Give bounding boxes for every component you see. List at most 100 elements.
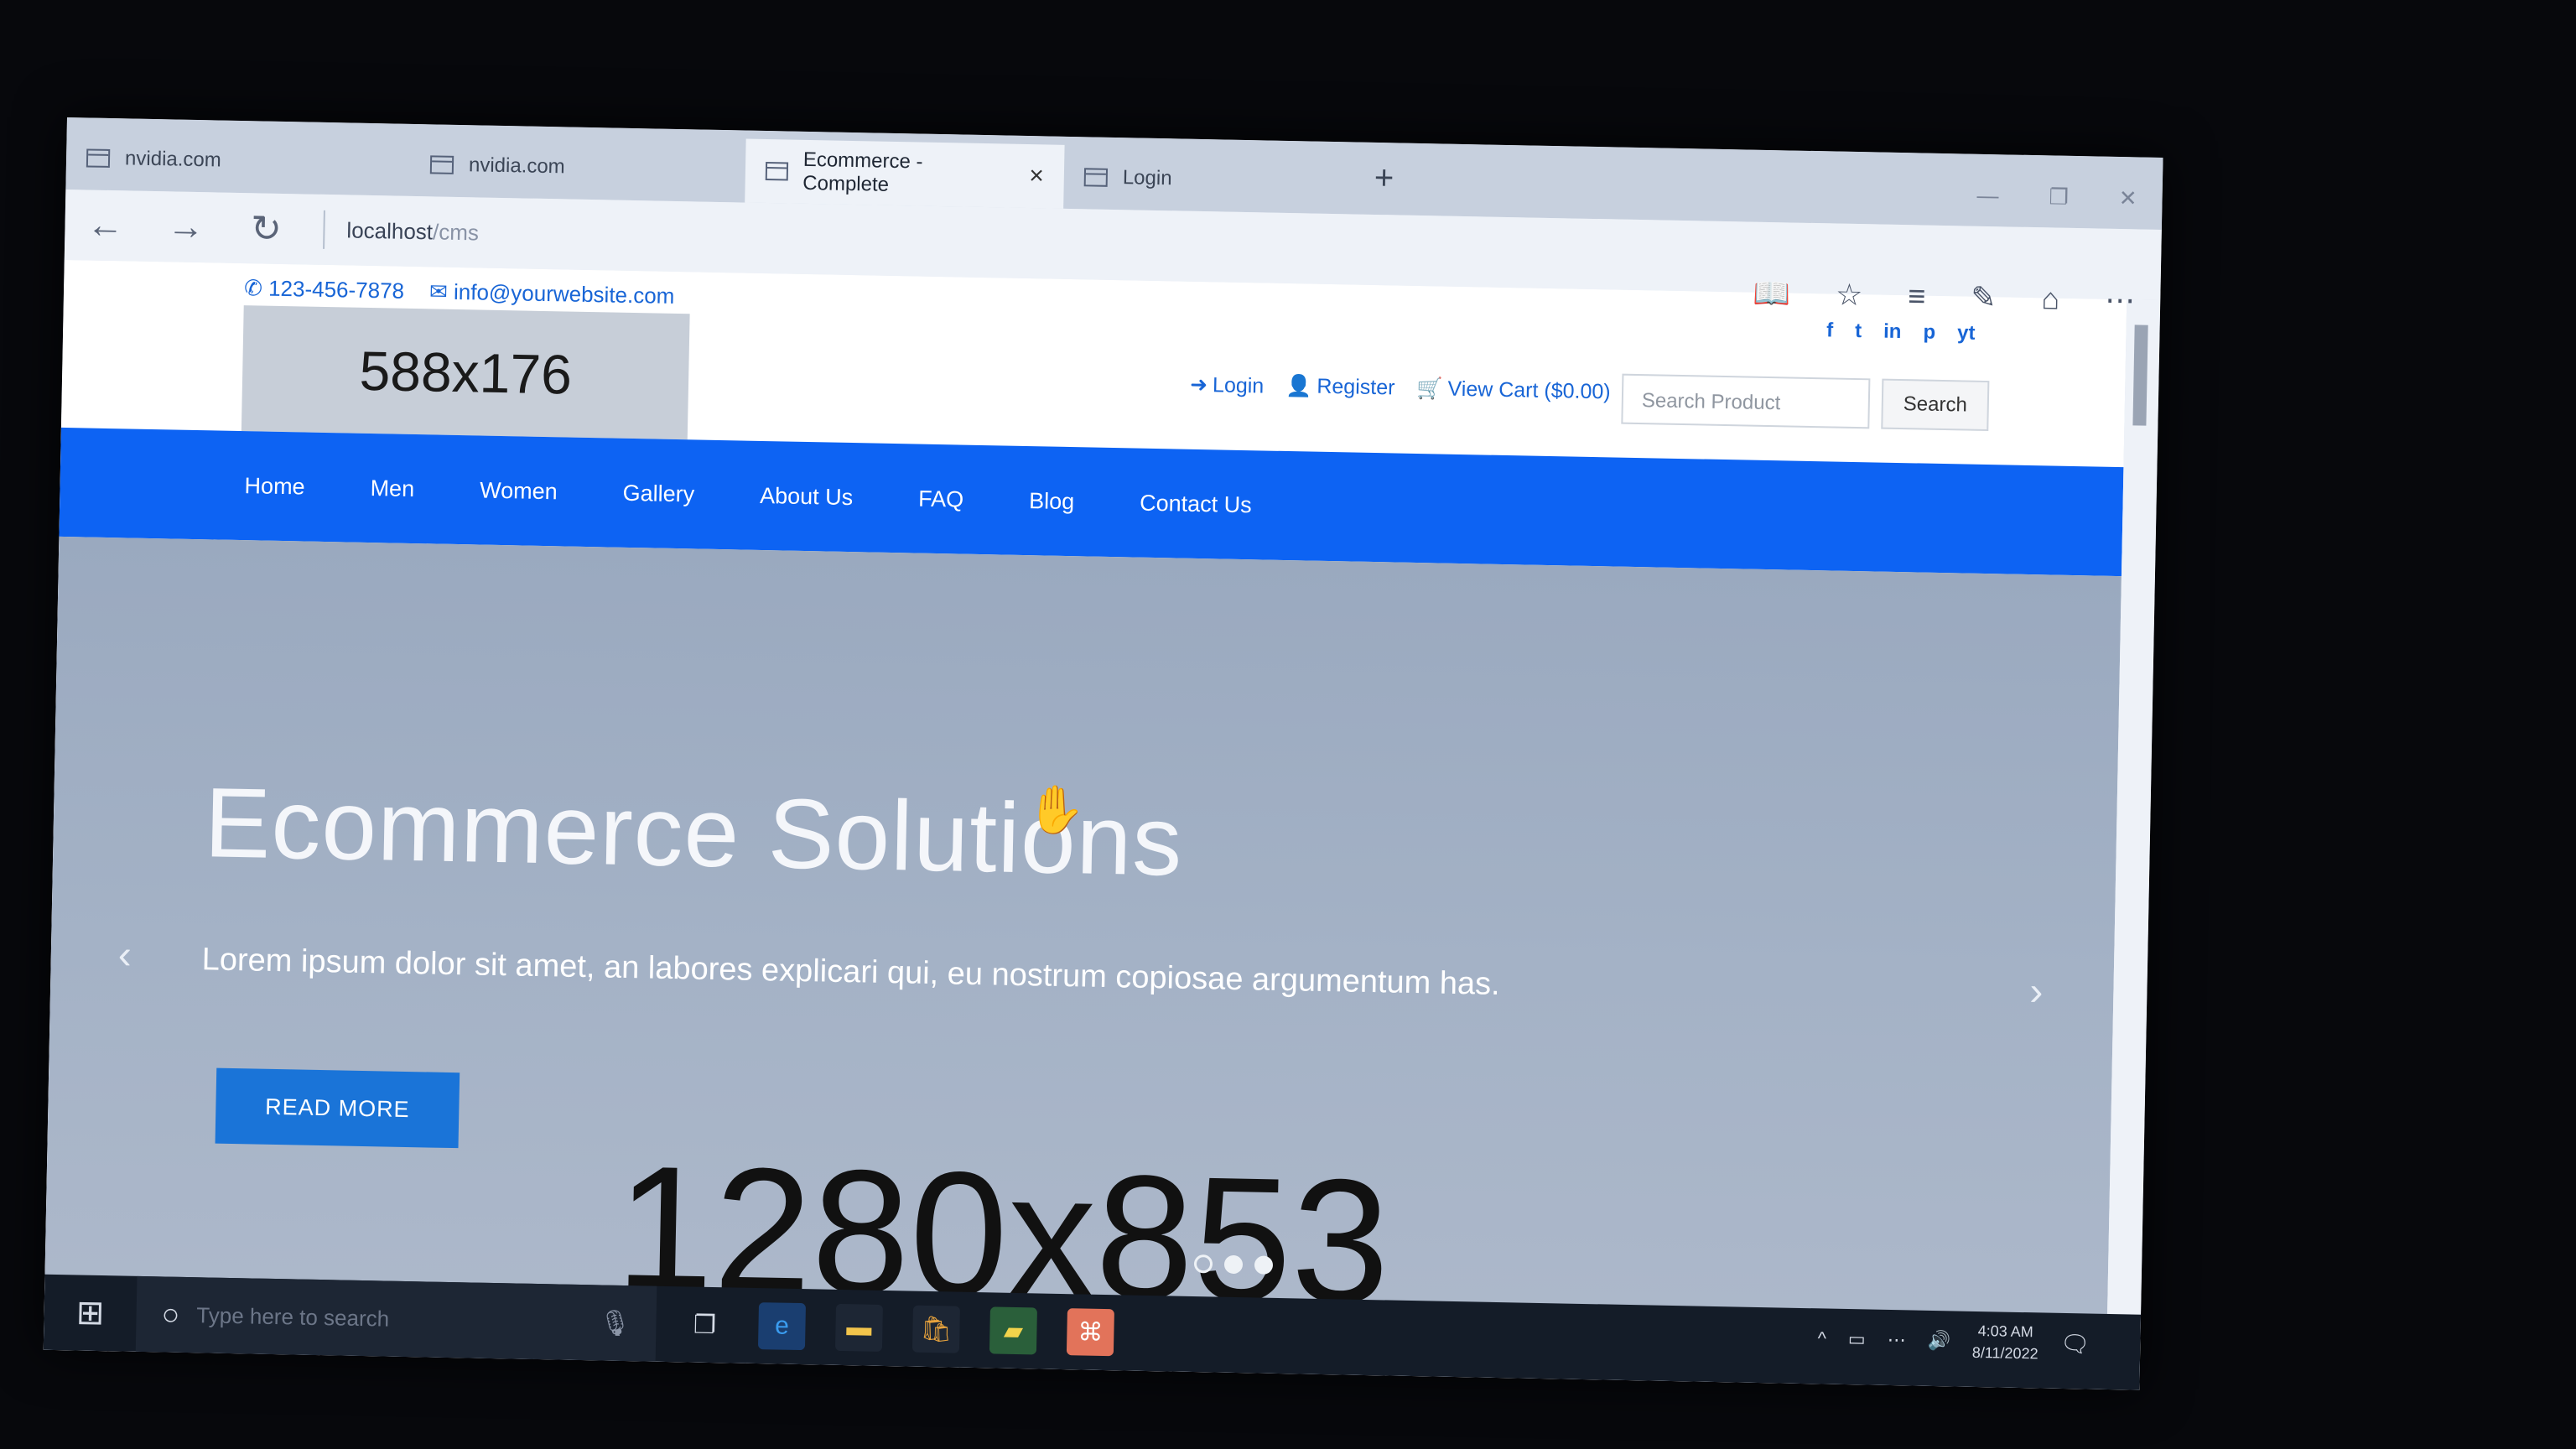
browser-toolbar: 📖 ☆ ≡ ✎ ⌂ ⋯ bbox=[1753, 276, 2136, 319]
envelope-icon: ✉ bbox=[428, 278, 454, 304]
phone-icon: ✆ bbox=[243, 275, 269, 301]
email-link[interactable]: ✉ info@yourwebsite.com bbox=[429, 278, 675, 309]
edge-icon[interactable]: e bbox=[757, 1302, 807, 1351]
facebook-icon[interactable]: f bbox=[1826, 319, 1834, 342]
forward-icon[interactable]: → bbox=[145, 205, 226, 249]
contact-info: ✆ 123-456-7878 ✉ info@yourwebsite.com bbox=[244, 275, 675, 309]
page-icon bbox=[1083, 168, 1109, 187]
chevron-up-icon[interactable]: ^ bbox=[1817, 1327, 1826, 1349]
account-links: ➜ Login 👤 Register 🛒 View Cart ($0.00) bbox=[1190, 372, 1611, 406]
favorite-star-icon[interactable]: ☆ bbox=[1836, 278, 1863, 314]
search-input[interactable]: Search Product bbox=[1621, 373, 1871, 429]
network-icon[interactable]: ⋯ bbox=[1887, 1329, 1905, 1351]
sign-in-icon: ➜ bbox=[1189, 372, 1208, 397]
nav-faq[interactable]: FAQ bbox=[918, 486, 964, 512]
phone-link[interactable]: ✆ 123-456-7878 bbox=[244, 275, 404, 304]
clock[interactable]: 4:03 AM 8/11/2022 bbox=[1972, 1320, 2039, 1365]
slider-dot[interactable] bbox=[1193, 1254, 1213, 1274]
close-window-icon[interactable]: ✕ bbox=[2119, 185, 2137, 211]
nav-men[interactable]: Men bbox=[370, 475, 414, 502]
read-more-button[interactable]: READ MORE bbox=[215, 1067, 460, 1149]
hand-cursor-icon: ✋ bbox=[1026, 782, 1086, 837]
login-link[interactable]: ➜ Login bbox=[1190, 372, 1265, 399]
folder-icon[interactable]: ▬ bbox=[834, 1303, 883, 1352]
monitor-screen: nvidia.com nvidia.com Ecommerce - Comple… bbox=[43, 117, 2163, 1390]
refresh-icon[interactable]: ↻ bbox=[226, 206, 307, 251]
divider bbox=[323, 210, 325, 249]
slider-dot[interactable] bbox=[1223, 1254, 1244, 1275]
tab-label: nvidia.com bbox=[468, 153, 565, 179]
new-tab-button[interactable]: + bbox=[1374, 159, 1394, 197]
view-cart-link[interactable]: 🛒 View Cart ($0.00) bbox=[1416, 377, 1611, 405]
back-icon[interactable]: ← bbox=[65, 204, 146, 247]
nav-about-us[interactable]: About Us bbox=[760, 482, 854, 510]
tab-label: Login bbox=[1122, 166, 1172, 190]
page-icon bbox=[765, 162, 788, 181]
restore-icon[interactable]: ❐ bbox=[2049, 184, 2069, 210]
minimize-icon[interactable]: — bbox=[1976, 183, 1999, 209]
tab-label: Ecommerce - Complete bbox=[802, 148, 923, 196]
nav-gallery[interactable]: Gallery bbox=[622, 480, 694, 507]
email-text: info@yourwebsite.com bbox=[453, 278, 675, 309]
search-button[interactable]: Search bbox=[1881, 378, 1990, 432]
tab-nvidia-2[interactable]: nvidia.com bbox=[409, 132, 745, 203]
logo-text: 588x176 bbox=[358, 339, 573, 406]
close-icon[interactable]: × bbox=[1029, 162, 1044, 190]
xampp-icon[interactable]: ⌘ bbox=[1066, 1308, 1114, 1357]
pinned-apps: ❐ e ▬ 🛍 ▰ ⌘ bbox=[681, 1301, 1114, 1357]
url-field[interactable]: localhost/cms bbox=[346, 217, 479, 246]
tab-label: nvidia.com bbox=[124, 147, 222, 172]
terminal-app-icon[interactable]: ▰ bbox=[989, 1306, 1037, 1355]
reading-view-icon[interactable]: 📖 bbox=[1753, 276, 1791, 312]
tab-login[interactable]: Login bbox=[1063, 145, 1374, 215]
cart-label: View Cart ($0.00) bbox=[1447, 377, 1611, 404]
register-label: Register bbox=[1317, 374, 1395, 400]
nav-blog[interactable]: Blog bbox=[1029, 488, 1075, 515]
page-icon bbox=[86, 148, 111, 168]
slider-dot[interactable] bbox=[1254, 1255, 1274, 1275]
window-controls: — ❐ ✕ bbox=[1976, 183, 2137, 212]
system-tray: ^ ▭ ⋯ 🔊 4:03 AM 8/11/2022 🗨 bbox=[1817, 1317, 2090, 1365]
user-plus-icon: 👤 bbox=[1285, 373, 1312, 398]
phone-text: 123-456-7878 bbox=[267, 275, 405, 304]
slider-dots bbox=[1193, 1254, 1274, 1275]
youtube-icon[interactable]: yt bbox=[1957, 321, 1976, 345]
windows-start-icon[interactable]: ⊞ bbox=[44, 1293, 137, 1333]
cart-icon: 🛒 bbox=[1416, 376, 1443, 401]
logo-placeholder[interactable]: 588x176 bbox=[241, 305, 690, 440]
cortana-icon: ○ bbox=[161, 1296, 180, 1332]
linkedin-icon[interactable]: in bbox=[1883, 320, 1902, 344]
pinterest-icon[interactable]: p bbox=[1923, 321, 1935, 345]
social-links: f t in p yt bbox=[1826, 319, 1976, 345]
page-icon bbox=[429, 155, 454, 174]
clock-date: 8/11/2022 bbox=[1971, 1343, 2038, 1363]
url-path: /cms bbox=[432, 218, 480, 245]
hub-icon[interactable]: ≡ bbox=[1908, 278, 1926, 314]
tab-ecommerce[interactable]: Ecommerce - Complete × bbox=[745, 138, 1065, 209]
store-icon[interactable]: 🛍 bbox=[911, 1305, 960, 1353]
slider-next-icon[interactable]: › bbox=[2029, 969, 2044, 1015]
task-view-icon[interactable]: ❐ bbox=[681, 1301, 729, 1348]
more-icon[interactable]: ⋯ bbox=[2105, 283, 2136, 319]
clock-time: 4:03 AM bbox=[1977, 1322, 2033, 1341]
slider-prev-icon[interactable]: ‹ bbox=[117, 932, 132, 978]
register-link[interactable]: 👤 Register bbox=[1285, 374, 1395, 401]
microphone-icon[interactable]: 🎙 bbox=[599, 1308, 631, 1338]
url-host: localhost bbox=[346, 216, 434, 244]
volume-icon[interactable]: 🔊 bbox=[1927, 1330, 1950, 1353]
nav-women[interactable]: Women bbox=[480, 477, 558, 505]
hero-subtitle: Lorem ipsum dolor sit amet, an labores e… bbox=[201, 942, 1501, 1002]
webpage: ✆ 123-456-7878 ✉ info@yourwebsite.com 58… bbox=[43, 259, 2127, 1389]
nav-home[interactable]: Home bbox=[244, 473, 305, 500]
login-label: Login bbox=[1212, 373, 1265, 398]
notifications-icon[interactable]: 🗨 bbox=[2060, 1329, 2090, 1358]
share-icon[interactable]: ⌂ bbox=[2041, 281, 2060, 316]
taskbar-search-placeholder: Type here to search bbox=[196, 1301, 390, 1332]
tab-nvidia-1[interactable]: nvidia.com bbox=[65, 126, 410, 196]
twitter-icon[interactable]: t bbox=[1855, 319, 1862, 343]
battery-icon[interactable]: ▭ bbox=[1848, 1328, 1866, 1350]
nav-contact-us[interactable]: Contact Us bbox=[1140, 490, 1252, 518]
web-note-icon[interactable]: ✎ bbox=[1971, 280, 1997, 316]
taskbar-search[interactable]: ○ Type here to search 🎙 bbox=[135, 1275, 657, 1362]
scrollbar-thumb[interactable] bbox=[2132, 325, 2148, 426]
